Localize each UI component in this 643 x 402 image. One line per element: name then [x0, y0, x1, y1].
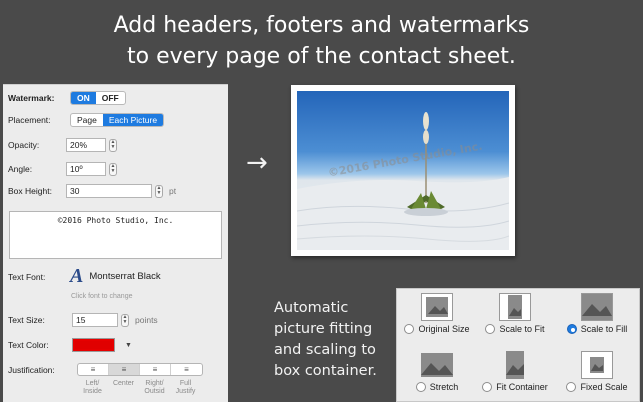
option-stretch[interactable]: Stretch: [397, 351, 477, 392]
box-height-stepper[interactable]: ▲ ▼: [155, 184, 163, 198]
watermark-off-button[interactable]: OFF: [96, 92, 125, 104]
watermark-on-button[interactable]: ON: [71, 92, 96, 104]
angle-row: Angle: 10º ▲ ▼: [8, 162, 117, 176]
option-scale-to-fit[interactable]: Scale to Fit: [475, 293, 555, 334]
scale-to-fill-thumbnail-icon: [581, 293, 613, 321]
box-height-unit: pt: [169, 186, 177, 196]
fit-container-radio[interactable]: [482, 382, 493, 392]
watermark-row: Watermark: ON OFF: [8, 91, 126, 105]
scale-to-fill-label: Scale to Fill: [580, 324, 628, 334]
original-size-radio[interactable]: [404, 324, 415, 334]
scale-to-fit-radio[interactable]: [485, 324, 496, 334]
stretch-label: Stretch: [429, 382, 459, 392]
text-color-fill: [75, 341, 112, 349]
caption-line-3: and scaling to: [274, 342, 376, 358]
scale-to-fit-thumbnail-icon: [499, 293, 531, 321]
fit-container-label: Fit Container: [496, 382, 548, 392]
box-height-field[interactable]: 30: [66, 184, 152, 198]
justify-full-label: Full Justify: [170, 380, 201, 396]
preview-photo: ©2016 Photo Studio, Inc.: [297, 91, 509, 250]
opacity-stepper[interactable]: ▲ ▼: [109, 138, 117, 152]
align-left-icon[interactable]: ≡: [78, 364, 109, 375]
justify-full-label-line2: Justify: [175, 388, 196, 395]
justification-row: Justification: ≡ ≡ ≡ ≡: [8, 363, 203, 376]
headline-line-2: to every page of the contact sheet.: [127, 44, 516, 69]
option-fixed-scale[interactable]: Fixed Scale: [557, 351, 637, 392]
align-center-icon[interactable]: ≡: [109, 364, 140, 375]
justify-full-label-line1: Full: [179, 380, 192, 387]
preview-picture-frame: ©2016 Photo Studio, Inc.: [291, 85, 515, 256]
option-original-size[interactable]: Original Size: [397, 293, 477, 334]
align-right-icon[interactable]: ≡: [140, 364, 171, 375]
justification-labels: Left/Inside Center Right/Outsid Full Just…: [77, 380, 201, 396]
align-justify-icon[interactable]: ≡: [171, 364, 202, 375]
placement-label: Placement:: [8, 115, 51, 125]
stretch-thumbnail-icon: [421, 351, 453, 379]
text-size-field[interactable]: 15: [72, 313, 118, 327]
placement-each-picture-button[interactable]: Each Picture: [102, 114, 164, 126]
fit-container-thumbnail-icon: [499, 351, 531, 379]
original-size-label: Original Size: [418, 324, 470, 334]
opacity-label: Opacity:: [8, 140, 40, 150]
option-fit-container[interactable]: Fit Container: [475, 351, 555, 392]
angle-stepper[interactable]: ▲ ▼: [109, 162, 117, 176]
text-color-row: Text Color: ▼: [8, 338, 132, 352]
caption-line-2: picture fitting: [274, 321, 373, 337]
headline-line-1: Add headers, footers and watermarks: [113, 13, 530, 38]
fixed-scale-label: Fixed Scale: [580, 382, 628, 392]
watermark-text-area[interactable]: ©2016 Photo Studio, Inc.: [9, 211, 222, 259]
justify-center-label-line1: Center: [112, 380, 134, 387]
justification-segmented-control[interactable]: ≡ ≡ ≡ ≡: [77, 363, 203, 376]
watermark-label: Watermark:: [8, 93, 55, 103]
caption-line-1: Automatic: [274, 300, 349, 316]
fixed-scale-radio[interactable]: [566, 382, 577, 392]
justification-label: Justification:: [8, 364, 55, 375]
justify-left-label-line1: Left/: [85, 380, 100, 387]
text-font-label: Text Font:: [8, 271, 46, 282]
scaling-options-panel: Original Size Scale to Fit Scale to Fill…: [396, 288, 640, 402]
caption-line-4: box container.: [274, 363, 377, 379]
text-font-row: Text Font: A Montserrat Black: [8, 265, 161, 288]
font-hint: Click font to change: [71, 293, 133, 300]
justify-left-label: Left/Inside: [77, 380, 108, 396]
justify-center-label: Center: [108, 380, 139, 396]
justify-left-label-line2: Inside: [83, 388, 102, 395]
text-size-label: Text Size:: [8, 315, 45, 325]
fixed-scale-thumbnail-icon: [581, 351, 613, 379]
font-preview-icon[interactable]: A: [70, 265, 83, 288]
text-color-label: Text Color:: [8, 340, 49, 350]
opacity-field[interactable]: 20%: [66, 138, 106, 152]
box-height-label: Box Height:: [8, 186, 52, 196]
justify-right-label: Right/Outsid: [139, 380, 170, 396]
text-color-swatch[interactable]: [72, 338, 115, 352]
headline: Add headers, footers and watermarks to e…: [0, 10, 643, 72]
placement-segmented-control[interactable]: Page Each Picture: [70, 113, 165, 127]
font-name[interactable]: Montserrat Black: [89, 271, 160, 282]
scale-to-fit-label: Scale to Fit: [499, 324, 545, 334]
option-scale-to-fill[interactable]: Scale to Fill: [557, 293, 637, 334]
right-arrow-icon: →: [246, 148, 268, 178]
text-size-unit: points: [135, 315, 158, 325]
box-height-row: Box Height: 30 ▲ ▼ pt: [8, 184, 176, 198]
justify-right-label-line1: Right/: [145, 380, 164, 387]
angle-field[interactable]: 10º: [66, 162, 106, 176]
angle-label: Angle:: [8, 164, 33, 174]
fitting-caption: Automatic picture fitting and scaling to…: [274, 298, 377, 382]
original-size-thumbnail-icon: [421, 293, 453, 321]
stretch-radio[interactable]: [415, 382, 426, 392]
placement-row: Placement: Page Each Picture: [8, 113, 165, 127]
opacity-row: Opacity: 20% ▲ ▼: [8, 138, 117, 152]
text-size-row: Text Size: 15 ▲ ▼ points: [8, 313, 158, 327]
justify-right-label-line2: Outsid: [144, 388, 165, 395]
text-size-stepper[interactable]: ▲ ▼: [121, 313, 129, 327]
chevron-down-icon[interactable]: ▼: [125, 342, 132, 349]
watermark-settings-panel: Watermark: ON OFF Placement: Page Each P…: [3, 84, 228, 402]
watermark-toggle[interactable]: ON OFF: [70, 91, 126, 105]
placement-page-button[interactable]: Page: [71, 114, 103, 126]
scale-to-fill-radio[interactable]: [566, 324, 577, 334]
